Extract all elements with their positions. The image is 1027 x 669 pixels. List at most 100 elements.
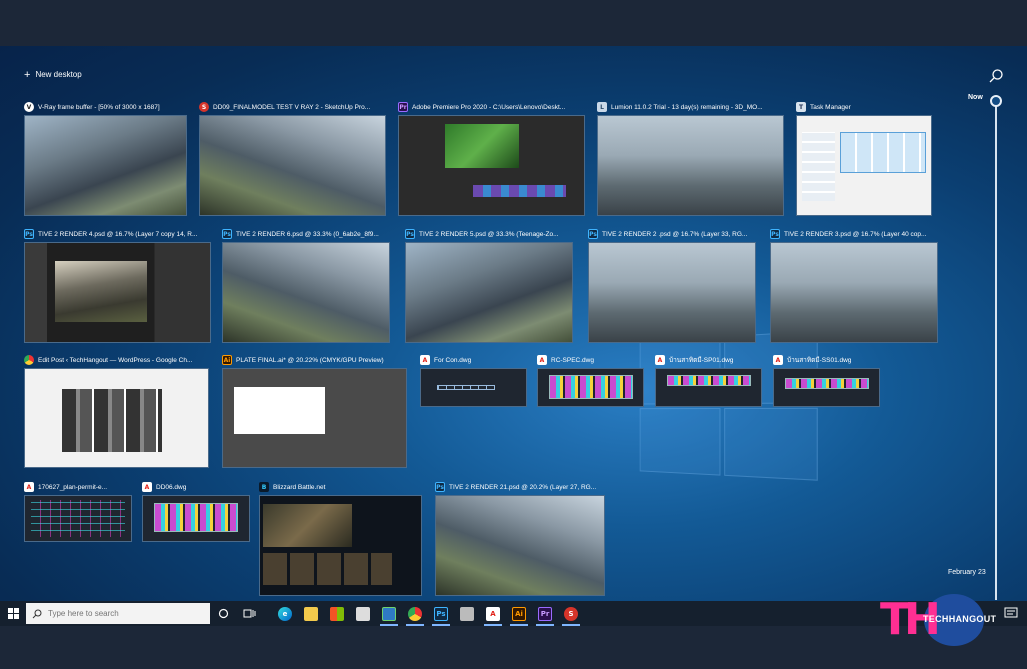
taskbar-search-box[interactable] <box>26 603 210 624</box>
window-title: V-Ray frame buffer - [50% of 3000 x 1687… <box>38 103 160 111</box>
window-photoshop-render-6[interactable]: Ps TIVE 2 RENDER 6.psd @ 33.3% (0_6ab2e_8… <box>222 227 390 343</box>
window-autocad-sp01[interactable]: A บ้านสาทิตมี-SP01.dwg <box>655 353 762 407</box>
window-thumbnail <box>24 242 211 343</box>
window-title: TIVE 2 RENDER 6.psd @ 33.3% (0_6ab2e_8f9… <box>236 230 379 238</box>
window-thumbnail <box>435 495 605 596</box>
start-button[interactable] <box>0 601 26 626</box>
window-illustrator-plate-final[interactable]: Ai PLATE FINAL.ai* @ 20.22% (CMYK/GPU Pre… <box>222 353 407 468</box>
taskbar: e Ps A Ai Pr S <box>0 601 1027 626</box>
taskbar-printer[interactable] <box>454 601 480 626</box>
sketchup-icon: S <box>199 102 209 112</box>
autocad-icon: A <box>537 355 547 365</box>
window-thumbnail <box>420 368 527 407</box>
photoshop-icon: Ps <box>24 229 34 239</box>
plus-icon: + <box>24 68 31 81</box>
taskbar-premiere[interactable]: Pr <box>532 601 558 626</box>
timeline-handle[interactable] <box>990 95 1002 107</box>
search-icon <box>32 609 42 618</box>
premiere-taskbar-icon: Pr <box>538 606 552 621</box>
edge-icon: e <box>278 606 292 621</box>
window-title: Lumion 11.0.2 Trial - 13 day(s) remainin… <box>611 103 763 111</box>
window-photoshop-render-21[interactable]: Ps TIVE 2 RENDER 21.psd @ 20.2% (Layer 27… <box>435 480 605 596</box>
photoshop-icon: Ps <box>435 482 445 492</box>
window-title: Edit Post ‹ TechHangout — WordPress - Go… <box>38 356 193 364</box>
cortana-icon <box>218 608 228 619</box>
illustrator-icon: Ai <box>222 355 232 365</box>
window-title: RC-SPEC.dwg <box>551 356 594 364</box>
chrome-taskbar-icon <box>408 606 422 621</box>
window-title: Task Manager <box>810 103 851 111</box>
window-thumbnail <box>405 242 573 343</box>
window-autocad-for-con[interactable]: A For Con.dwg <box>420 353 527 407</box>
window-title: Adobe Premiere Pro 2020 - C:\Users\Lenov… <box>412 103 566 111</box>
taskbar-mail[interactable] <box>350 601 376 626</box>
task-view-button[interactable] <box>236 601 262 626</box>
search-input[interactable] <box>48 609 198 618</box>
window-thumbnail <box>259 495 422 596</box>
window-thumbnail <box>655 368 762 407</box>
window-battle-net[interactable]: B Blizzard Battle.net <box>259 480 422 596</box>
window-thumbnail <box>770 242 938 343</box>
search-icon[interactable] <box>988 68 1004 84</box>
window-premiere-pro[interactable]: Pr Adobe Premiere Pro 2020 - C:\Users\Len… <box>398 100 585 216</box>
taskbar-file-explorer[interactable] <box>298 601 324 626</box>
window-thumbnail <box>796 115 932 216</box>
new-desktop-label: New desktop <box>35 70 82 79</box>
store-icon <box>330 606 344 621</box>
autocad-icon: A <box>142 482 152 492</box>
top-frame-band <box>0 0 1027 46</box>
window-title: DD06.dwg <box>156 483 187 491</box>
taskbar-illustrator[interactable]: Ai <box>506 601 532 626</box>
task-view: + New desktop Now February 23 V V-Ray fra… <box>0 46 1027 601</box>
window-vray-frame-buffer[interactable]: V V-Ray frame buffer - [50% of 3000 x 168… <box>24 100 187 216</box>
window-lumion[interactable]: L Lumion 11.0.2 Trial - 13 day(s) remaini… <box>597 100 784 216</box>
window-thumbnail <box>222 368 407 468</box>
autocad-icon: A <box>420 355 430 365</box>
bottom-frame-band <box>0 626 1027 669</box>
taskbar-photoshop[interactable]: Ps <box>428 601 454 626</box>
cortana-button[interactable] <box>210 601 236 626</box>
window-autocad-plan-permit[interactable]: A 170627_plan-permit-e... <box>24 480 132 542</box>
battlenet-icon: B <box>259 482 269 492</box>
autocad-icon: A <box>773 355 783 365</box>
taskbar-autocad[interactable]: A <box>480 601 506 626</box>
window-title: DD09_FINALMODEL TEST V RAY 2 - SketchUp … <box>213 103 371 111</box>
window-thumbnail <box>398 115 585 216</box>
window-chrome-wordpress[interactable]: Edit Post ‹ TechHangout — WordPress - Go… <box>24 353 209 468</box>
timeline-track[interactable] <box>995 102 997 600</box>
window-photoshop-render-5[interactable]: Ps TIVE 2 RENDER 5.psd @ 33.3% (Teenage-Z… <box>405 227 573 343</box>
window-autocad-dd06[interactable]: A DD06.dwg <box>142 480 250 542</box>
window-photoshop-render-3[interactable]: Ps TIVE 2 RENDER 3.psd @ 16.7% (Layer 40 … <box>770 227 938 343</box>
mail-icon <box>356 606 370 621</box>
task-view-icon <box>243 609 255 618</box>
window-thumbnail <box>24 368 209 468</box>
taskbar-sketchup[interactable]: S <box>558 601 584 626</box>
new-desktop-button[interactable]: + New desktop <box>24 68 82 81</box>
window-autocad-ss01[interactable]: A บ้านสาทิตมี-SS01.dwg <box>773 353 880 407</box>
window-thumbnail <box>199 115 386 216</box>
lumion-taskbar-icon <box>382 606 396 621</box>
window-title: 170627_plan-permit-e... <box>38 483 108 491</box>
window-photoshop-render-2[interactable]: Ps TIVE 2 RENDER 2 .psd @ 16.7% (Layer 33… <box>588 227 756 343</box>
timeline-date-label: February 23 <box>948 569 986 576</box>
illustrator-taskbar-icon: Ai <box>512 606 526 621</box>
window-thumbnail <box>597 115 784 216</box>
taskbar-edge[interactable]: e <box>272 601 298 626</box>
taskbar-chrome[interactable] <box>402 601 428 626</box>
window-thumbnail <box>537 368 644 407</box>
photoshop-icon: Ps <box>405 229 415 239</box>
window-title: Blizzard Battle.net <box>273 483 326 491</box>
window-title: TIVE 2 RENDER 4.psd @ 16.7% (Layer 7 cop… <box>38 230 198 238</box>
window-task-manager[interactable]: T Task Manager <box>796 100 932 216</box>
window-sketchup[interactable]: S DD09_FINALMODEL TEST V RAY 2 - SketchUp… <box>199 100 386 216</box>
taskbar-store[interactable] <box>324 601 350 626</box>
photoshop-taskbar-icon: Ps <box>434 606 448 621</box>
taskbar-lumion[interactable] <box>376 601 402 626</box>
premiere-icon: Pr <box>398 102 408 112</box>
lumion-icon: L <box>597 102 607 112</box>
window-title: For Con.dwg <box>434 356 472 364</box>
vray-icon: V <box>24 102 34 112</box>
window-photoshop-render-4[interactable]: Ps TIVE 2 RENDER 4.psd @ 16.7% (Layer 7 c… <box>24 227 211 343</box>
window-autocad-rc-spec[interactable]: A RC-SPEC.dwg <box>537 353 644 407</box>
window-title: PLATE FINAL.ai* @ 20.22% (CMYK/GPU Previ… <box>236 356 384 364</box>
